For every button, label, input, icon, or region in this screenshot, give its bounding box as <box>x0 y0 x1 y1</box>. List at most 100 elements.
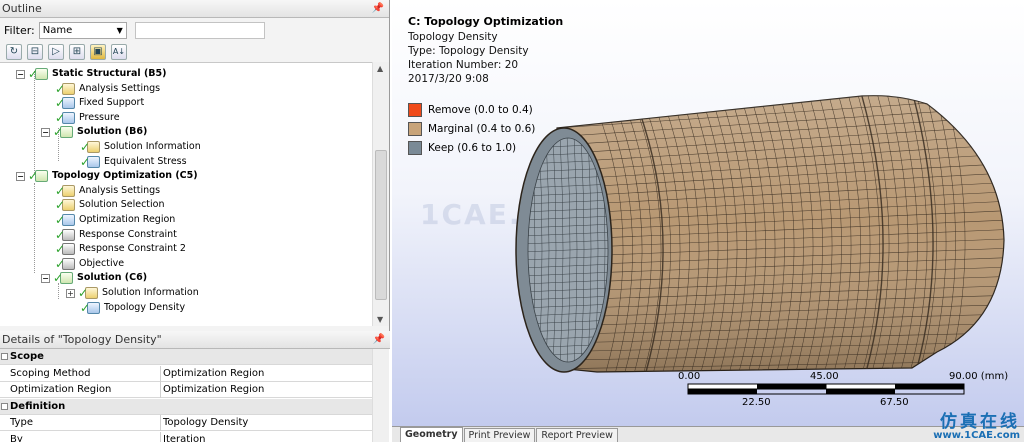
tree-node-label: Static Structural (B5) <box>52 68 167 79</box>
details-row[interactable]: Optimization Region Optimization Region <box>0 382 372 398</box>
refresh-icon[interactable]: ↻ <box>6 44 22 60</box>
tree-node[interactable]: − ✓ Solution (C6) <box>41 271 147 285</box>
expand-all-icon[interactable]: ⊞ <box>69 44 85 60</box>
legend-marginal: Marginal (0.4 to 0.6) <box>408 122 535 136</box>
tree-node[interactable]: ✓ Analysis Settings <box>55 82 160 96</box>
status-check-icon: ✓ <box>55 96 66 111</box>
tab-report-preview[interactable]: Report Preview <box>536 428 618 442</box>
legend-label: Remove (0.0 to 0.4) <box>428 104 533 116</box>
tree-node-label: Solution (C6) <box>77 272 148 284</box>
details-group-header[interactable]: Definition <box>0 398 372 415</box>
collapse-icon[interactable]: − <box>41 273 50 283</box>
scale-label-45: 45.00 <box>810 371 839 382</box>
tree-node[interactable]: ✓ Topology Density <box>80 301 185 315</box>
group-toggle-icon[interactable] <box>1 353 8 360</box>
details-key: Scoping Method <box>10 367 91 379</box>
details-key: Optimization Region <box>10 384 112 395</box>
tree-node-label: Pressure <box>79 111 120 123</box>
details-value[interactable]: Topology Density <box>160 415 372 431</box>
pin-icon[interactable]: 📌 <box>372 0 384 18</box>
collapse-tree-icon[interactable]: ▷ <box>48 44 64 60</box>
expand-icon[interactable]: + <box>66 288 75 298</box>
collapse-icon[interactable]: − <box>41 127 50 137</box>
details-title: Details of "Topology Density" <box>2 333 162 346</box>
tree-node[interactable]: − ✓ Static Structural (B5) <box>16 67 167 81</box>
tree-node[interactable]: + ✓ Solution Information <box>66 286 199 300</box>
scroll-down-icon[interactable]: ▼ <box>377 315 383 324</box>
details-value[interactable]: Iteration <box>160 431 372 442</box>
tree-node-label: Response Constraint <box>79 228 177 240</box>
logo-url: www.1CAE.com <box>933 430 1020 441</box>
collapse-icon[interactable]: − <box>16 171 25 181</box>
scale-label-22-5: 22.50 <box>742 397 771 408</box>
tree-node[interactable]: ✓ Solution Information <box>80 140 201 154</box>
outline-toolbar: ↻ ⊟ ▷ ⊞ ▣ A↓ <box>0 42 389 62</box>
tree-node-label: Fixed Support <box>79 97 145 109</box>
tree-node-label: Analysis Settings <box>79 184 161 196</box>
outline-title: Outline <box>2 2 42 15</box>
sort-icon[interactable]: A↓ <box>111 44 127 60</box>
outline-title-bar: Outline 📌 <box>0 0 389 18</box>
scale-bar: 0.00 45.00 90.00 (mm) 22.50 67.50 <box>674 366 1014 416</box>
scroll-thumb[interactable] <box>375 150 387 300</box>
tree-node[interactable]: ✓ Pressure <box>55 111 120 125</box>
viewport-tabs: Geometry Print Preview Report Preview 仿真… <box>392 414 1024 442</box>
details-scrollbar[interactable] <box>372 349 389 442</box>
logo-chinese: 仿真在线 <box>940 412 1020 432</box>
details-value[interactable]: Optimization Region <box>160 382 372 398</box>
details-group-label: Scope <box>10 351 44 362</box>
tree-node[interactable]: − ✓ Topology Optimization (C5) <box>16 169 198 183</box>
graphics-viewport[interactable]: 1CAE.COM C: Topology Optimization Topolo… <box>392 0 1024 426</box>
scroll-up-icon[interactable]: ▲ <box>377 64 383 73</box>
details-key: By <box>10 433 23 442</box>
timestamp: 2017/3/20 9:08 <box>408 73 489 85</box>
status-check-icon: ✓ <box>55 198 66 213</box>
tree-node[interactable]: ✓ Objective <box>55 257 124 271</box>
status-check-icon: ✓ <box>28 169 39 184</box>
legend-label: Marginal (0.4 to 0.6) <box>428 123 536 135</box>
details-title-bar: Details of "Topology Density" 📌 <box>0 331 390 349</box>
tree-node[interactable]: − ✓ Solution (B6) <box>41 125 147 139</box>
details-group-label: Definition <box>10 400 66 412</box>
tree-node[interactable]: ✓ Optimization Region <box>55 213 175 227</box>
result-type: Type: Topology Density <box>408 45 529 57</box>
status-check-icon: ✓ <box>55 227 66 242</box>
filter-select[interactable]: Name ▼ <box>38 21 127 39</box>
status-check-icon: ✓ <box>28 67 39 81</box>
expand-tree-icon[interactable]: ⊟ <box>27 44 43 60</box>
collapse-icon[interactable]: − <box>16 69 25 79</box>
tree-guide-line <box>34 183 35 273</box>
details-group-header[interactable]: Scope <box>0 349 372 365</box>
chevron-down-icon: ▼ <box>116 25 123 35</box>
status-check-icon: ✓ <box>80 140 91 154</box>
filter-row: Filter: Name ▼ <box>0 18 389 42</box>
details-row[interactable]: Type Topology Density <box>0 415 372 431</box>
tree-node-label: Solution Information <box>104 141 201 152</box>
status-check-icon: ✓ <box>55 183 66 198</box>
tree-node[interactable]: ✓ Solution Selection <box>55 198 165 212</box>
legend-swatch <box>408 122 422 136</box>
site-logo: 仿真在线 www.1CAE.com <box>933 414 1020 441</box>
folder-icon[interactable]: ▣ <box>90 44 106 60</box>
details-row[interactable]: Scoping Method Optimization Region <box>0 365 372 382</box>
details-row[interactable]: By Iteration <box>0 431 372 442</box>
tree-node[interactable]: ✓ Response Constraint 2 <box>55 242 186 256</box>
tree-node-label: Objective <box>79 257 125 269</box>
pin-icon[interactable]: 📌 <box>373 331 385 349</box>
group-toggle-icon[interactable] <box>1 402 8 410</box>
tab-geometry[interactable]: Geometry <box>400 427 463 442</box>
status-check-icon: ✓ <box>55 110 66 125</box>
details-value[interactable]: Optimization Region <box>160 365 372 382</box>
legend-remove: Remove (0.0 to 0.4) <box>408 103 533 117</box>
status-check-icon: ✓ <box>55 213 66 227</box>
tree-node[interactable]: ✓ Analysis Settings <box>55 184 160 198</box>
tree-node[interactable]: ✓ Fixed Support <box>55 96 144 110</box>
filter-input[interactable] <box>134 21 265 39</box>
tree-node[interactable]: ✓ Equivalent Stress <box>80 155 187 169</box>
tree-node-label: Solution (B6) <box>77 126 148 138</box>
tree-node[interactable]: ✓ Response Constraint <box>55 228 177 242</box>
details-panel: Details of "Topology Density" 📌 Scope Sco… <box>0 331 390 442</box>
tab-print-preview[interactable]: Print Preview <box>463 428 536 442</box>
scale-label-67-5: 67.50 <box>880 397 909 408</box>
outline-scrollbar[interactable]: ▲ ▼ <box>372 62 389 326</box>
